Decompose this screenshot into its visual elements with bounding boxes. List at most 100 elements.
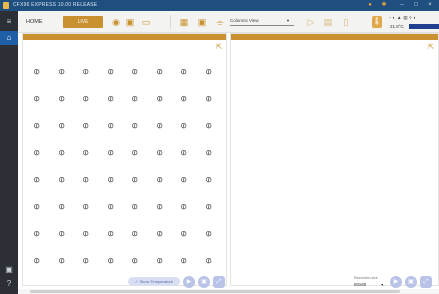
tube-icon[interactable]: ⊘ [31, 255, 44, 267]
tube-icon[interactable]: ⊘ [178, 174, 191, 186]
tube-icon[interactable]: ⊘ [31, 120, 44, 132]
tube-icon[interactable]: ⊘ [31, 174, 44, 186]
tube-icon[interactable]: ⊘ [202, 201, 215, 213]
tube-icon[interactable]: ⊘ [129, 120, 142, 132]
tube-icon[interactable]: ⊘ [129, 228, 142, 240]
tube-icon[interactable]: ⊘ [178, 120, 191, 132]
tube-icon[interactable]: ⊘ [178, 228, 191, 240]
tube-icon[interactable]: ⊘ [55, 120, 68, 132]
tube-icon[interactable]: ⊘ [55, 201, 68, 213]
user-icon[interactable]: ● [366, 1, 374, 9]
export-icon[interactable]: ▤ [322, 16, 334, 28]
tube-icon[interactable]: ⊘ [153, 147, 166, 159]
tube-icon[interactable]: ⊘ [129, 147, 142, 159]
tube-icon[interactable]: ⊘ [178, 147, 191, 159]
tube-icon[interactable]: ⊘ [104, 120, 117, 132]
settings-icon[interactable]: ✱ [380, 1, 388, 9]
tube-icon[interactable]: ⊘ [129, 174, 142, 186]
expand-icon[interactable]: ⇱ [215, 44, 223, 52]
tube-icon[interactable]: ⊘ [202, 174, 215, 186]
tube-icon[interactable]: ⊘ [129, 201, 142, 213]
tube-icon[interactable]: ⊘ [80, 147, 93, 159]
tube-icon[interactable]: ⊘ [55, 66, 68, 78]
tube-icon[interactable]: ⊘ [153, 174, 166, 186]
save-button-icon[interactable]: ▣ [198, 276, 210, 288]
fullscreen-button-icon[interactable]: ⤢ [213, 276, 225, 288]
tube-icon[interactable]: ⊘ [202, 120, 215, 132]
live-button[interactable]: LIVE [63, 16, 103, 28]
snapshot-icon[interactable]: ▣ [124, 16, 136, 28]
tube-icon[interactable]: ⊘ [129, 93, 142, 105]
tube-view-icon[interactable]: ⌯ [214, 16, 226, 28]
tube-icon[interactable]: ⊘ [31, 66, 44, 78]
tube-icon[interactable]: ⊘ [31, 93, 44, 105]
document-icon[interactable]: ▯ [340, 16, 352, 28]
tube-icon[interactable]: ⊘ [104, 201, 117, 213]
tube-icon[interactable]: ⊘ [80, 255, 93, 267]
tube-icon[interactable]: ⊘ [55, 147, 68, 159]
play-icon[interactable]: ▷ [305, 16, 317, 28]
play-button-icon[interactable]: ▶ [390, 276, 402, 288]
tube-icon[interactable]: ⊘ [104, 147, 117, 159]
tube-icon[interactable]: ⊘ [153, 66, 166, 78]
tube-icon[interactable]: ⊘ [202, 66, 215, 78]
tube-icon[interactable]: ⊘ [55, 174, 68, 186]
tube-icon[interactable]: ⊘ [178, 201, 191, 213]
tube-icon[interactable]: ⊘ [104, 93, 117, 105]
tube-icon[interactable]: ⊘ [202, 147, 215, 159]
single-view-icon[interactable]: ▣ [196, 16, 208, 28]
tube-icon[interactable]: ⊘ [104, 174, 117, 186]
tube-icon[interactable]: ⊘ [178, 255, 191, 267]
lock-icon[interactable]: ▣ [0, 263, 18, 277]
maximize-icon[interactable]: □ [412, 1, 420, 9]
tube-icon[interactable]: ⊘ [80, 201, 93, 213]
tube-icon[interactable]: ⊘ [80, 93, 93, 105]
grid-view-icon[interactable]: ▦ [178, 16, 190, 28]
tube-icon[interactable]: ⊘ [178, 93, 191, 105]
fullscreen-button-icon[interactable]: ⤢ [420, 276, 432, 288]
tube-icon[interactable]: ⊘ [153, 228, 166, 240]
save-button-icon[interactable]: ▣ [405, 276, 417, 288]
horizontal-scrollbar[interactable] [18, 289, 439, 294]
scrollbar-thumb[interactable] [30, 290, 400, 293]
tube-icon[interactable]: ⊘ [104, 228, 117, 240]
show-temperature-toggle[interactable]: ✓ Show Temperature [128, 277, 180, 286]
home-nav-icon[interactable]: ⌂ [0, 31, 18, 45]
tube-icon[interactable]: ⊘ [80, 174, 93, 186]
tube-icon[interactable]: ⊘ [202, 228, 215, 240]
expand-icon[interactable]: ⇱ [427, 44, 435, 52]
tube-icon[interactable]: ⊘ [129, 66, 142, 78]
tube-icon[interactable]: ⊘ [153, 201, 166, 213]
tube-icon[interactable]: ⊘ [104, 66, 117, 78]
view-select[interactable]: Columns View ▼ [230, 18, 294, 26]
tube-icon[interactable]: ⊘ [178, 66, 191, 78]
tube-icon[interactable]: ⊘ [80, 120, 93, 132]
tube-icon[interactable]: ⊘ [55, 93, 68, 105]
help-icon[interactable]: ? [0, 277, 18, 291]
detail-panel: ⇱ [230, 33, 439, 286]
minimize-icon[interactable]: – [398, 1, 406, 9]
tube-icon[interactable]: ⊘ [55, 255, 68, 267]
tube-icon[interactable]: ⊘ [129, 255, 142, 267]
tube-icon[interactable]: ⊘ [153, 255, 166, 267]
tube-icon[interactable]: ⊘ [202, 93, 215, 105]
menu-icon[interactable]: ≡ [0, 15, 18, 29]
tube-icon[interactable]: ⊘ [80, 228, 93, 240]
tube-icon[interactable]: ⊘ [153, 120, 166, 132]
tube-icon[interactable]: ⊘ [153, 93, 166, 105]
close-icon[interactable]: × [426, 1, 434, 9]
temperature-value: 21.8°C [390, 24, 404, 29]
home-tab[interactable]: HOME [26, 19, 43, 25]
tube-icon[interactable]: ⊘ [80, 66, 93, 78]
record-icon[interactable]: ◉ [110, 16, 122, 28]
folder-icon[interactable]: ▭ [140, 16, 152, 28]
tube-icon[interactable]: ⊘ [202, 255, 215, 267]
tube-icon[interactable]: ⊘ [104, 255, 117, 267]
tube-icon[interactable]: ⊘ [31, 147, 44, 159]
tube-icon[interactable]: ⊘ [31, 201, 44, 213]
tube-icon[interactable]: ⊘ [55, 228, 68, 240]
status-meter [409, 24, 439, 29]
tube-icon[interactable]: ⊘ [31, 228, 44, 240]
resolution-select-value: 80x80 [354, 282, 367, 287]
play-button-icon[interactable]: ▶ [183, 276, 195, 288]
